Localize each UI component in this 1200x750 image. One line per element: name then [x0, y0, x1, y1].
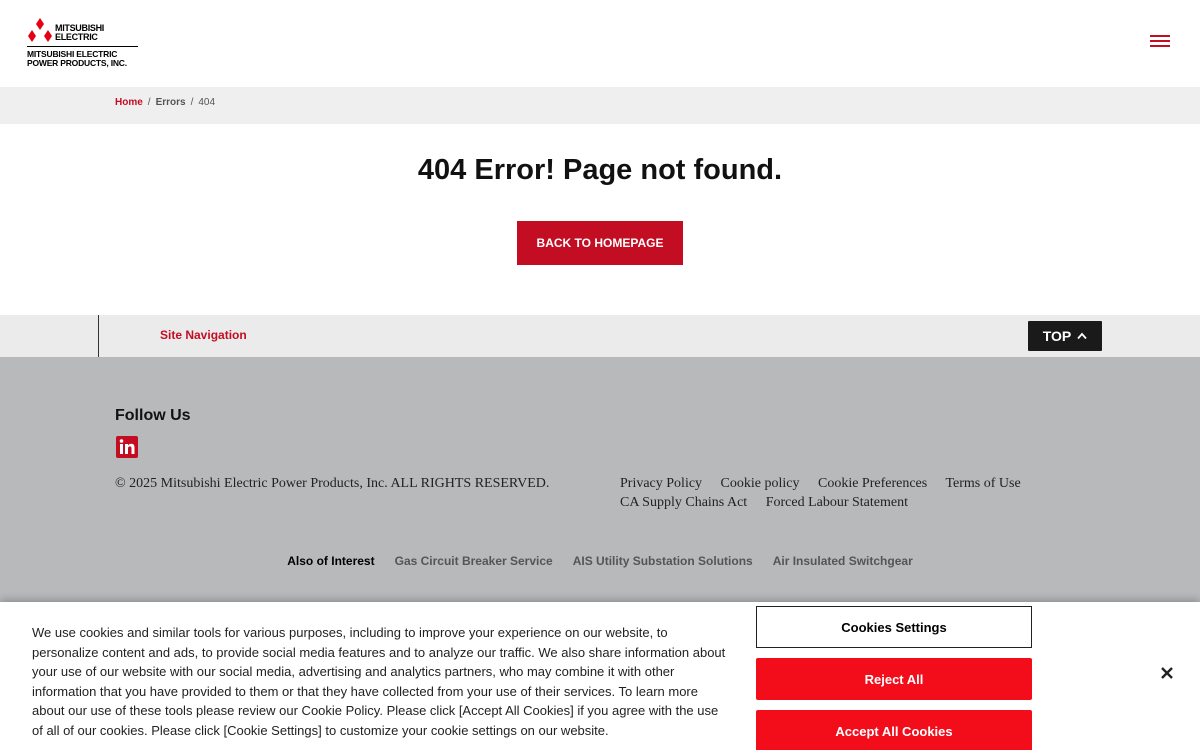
breadcrumb-bar: Home / Errors / 404	[0, 87, 1200, 124]
logo-subtitle: MITSUBISHI ELECTRIC POWER PRODUCTS, INC.	[27, 49, 127, 68]
breadcrumb-separator: /	[147, 97, 151, 108]
breadcrumb-errors-link[interactable]: Errors	[156, 97, 186, 108]
cookie-policy-link[interactable]: Cookie policy	[721, 476, 800, 491]
cookie-consent-banner: We use cookies and similar tools for var…	[0, 602, 1200, 750]
linkedin-icon[interactable]	[116, 436, 138, 458]
hamburger-menu-icon[interactable]	[1150, 35, 1170, 49]
logo-wordmark: MITSUBISHI ELECTRIC	[55, 23, 105, 42]
forced-labour-statement-link[interactable]: Forced Labour Statement	[766, 495, 908, 510]
logo-divider	[27, 46, 138, 47]
cookie-preferences-link[interactable]: Cookie Preferences	[818, 476, 927, 491]
also-of-interest: Also of Interest Gas Circuit Breaker Ser…	[0, 554, 1200, 568]
interest-link-gas-circuit-breaker[interactable]: Gas Circuit Breaker Service	[395, 554, 553, 568]
accept-all-cookies-button[interactable]: Accept All Cookies	[756, 710, 1032, 750]
legal-links: Privacy Policy Cookie policy Cookie Pref…	[620, 474, 1040, 512]
terms-of-use-link[interactable]: Terms of Use	[945, 476, 1020, 491]
sitenav-divider	[98, 315, 99, 357]
breadcrumb-current: 404	[198, 97, 216, 108]
cookies-settings-button[interactable]: Cookies Settings	[756, 606, 1032, 648]
breadcrumb-separator: /	[190, 97, 194, 108]
copyright-text: © 2025 Mitsubishi Electric Power Product…	[115, 476, 550, 491]
chevron-up-icon	[1077, 332, 1087, 340]
reject-all-button[interactable]: Reject All	[756, 658, 1032, 700]
back-to-top-button[interactable]: TOP	[1028, 321, 1102, 351]
close-icon[interactable]	[1158, 664, 1176, 682]
interest-link-ais-utility[interactable]: AIS Utility Substation Solutions	[573, 554, 753, 568]
page-title: 404 Error! Page not found.	[417, 154, 783, 186]
cookie-consent-text: We use cookies and similar tools for var…	[32, 625, 726, 738]
interest-link-air-insulated-switchgear[interactable]: Air Insulated Switchgear	[773, 554, 913, 568]
back-to-homepage-button[interactable]: BACK TO HOMEPAGE	[517, 221, 683, 265]
site-navigation-link[interactable]: Site Navigation	[160, 328, 247, 342]
also-of-interest-label: Also of Interest	[287, 554, 375, 568]
breadcrumb: Home / Errors / 404	[115, 97, 215, 108]
company-logo[interactable]: MITSUBISHI ELECTRIC MITSUBISHI ELECTRIC …	[27, 18, 142, 70]
mitsubishi-diamonds-icon	[28, 18, 52, 42]
ca-supply-chains-act-link[interactable]: CA Supply Chains Act	[620, 495, 747, 510]
site-navigation-bar: Site Navigation TOP	[0, 315, 1200, 357]
site-header: MITSUBISHI ELECTRIC MITSUBISHI ELECTRIC …	[0, 0, 1200, 87]
breadcrumb-home-link[interactable]: Home	[115, 97, 143, 108]
follow-us-heading: Follow Us	[115, 407, 191, 424]
top-button-label: TOP	[1042, 328, 1072, 344]
privacy-policy-link[interactable]: Privacy Policy	[620, 476, 702, 491]
